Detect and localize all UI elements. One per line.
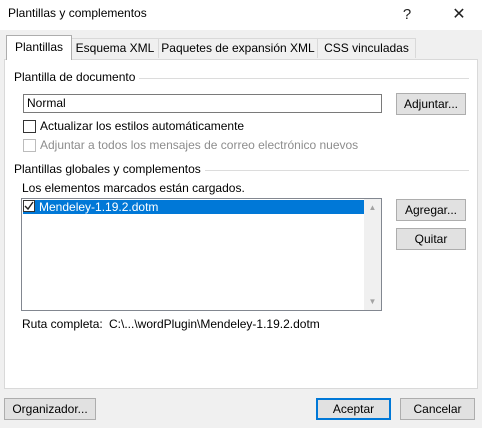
global-templates-list[interactable]: Mendeley-1.19.2.dotm ▲ ▼ <box>21 198 382 311</box>
auto-update-styles-checkbox[interactable] <box>23 120 36 133</box>
list-scrollbar[interactable]: ▲ ▼ <box>364 199 381 310</box>
close-button[interactable]: ✕ <box>436 0 482 30</box>
attach-all-emails-label: Adjuntar a todos los mensajes de correo … <box>40 138 359 152</box>
check-icon <box>24 201 34 211</box>
attach-all-emails-checkbox <box>23 139 36 152</box>
document-template-input[interactable]: Normal <box>23 94 382 113</box>
list-item-checkbox[interactable] <box>23 200 35 212</box>
attach-button[interactable]: Adjuntar... <box>396 93 466 115</box>
full-path-label: Ruta completa: <box>22 317 103 331</box>
tab-css-vinculadas[interactable]: CSS vinculadas <box>317 38 416 58</box>
ok-button[interactable]: Aceptar <box>316 398 391 420</box>
document-template-section-label: Plantilla de documento <box>14 70 140 84</box>
list-item[interactable]: Mendeley-1.19.2.dotm <box>23 200 364 214</box>
list-item-label: Mendeley-1.19.2.dotm <box>39 200 159 214</box>
title-bar: Plantillas y complementos ? ✕ <box>0 0 482 30</box>
add-button[interactable]: Agregar... <box>396 199 466 221</box>
window-title: Plantillas y complementos <box>8 6 147 20</box>
loaded-items-hint: Los elementos marcados están cargados. <box>22 181 245 195</box>
help-button[interactable]: ? <box>384 0 430 30</box>
tab-esquema-xml[interactable]: Esquema XML <box>71 38 159 58</box>
organizer-button[interactable]: Organizador... <box>4 398 96 420</box>
scroll-up-icon[interactable]: ▲ <box>364 199 381 216</box>
remove-button[interactable]: Quitar <box>396 228 466 250</box>
scroll-down-icon[interactable]: ▼ <box>364 293 381 310</box>
auto-update-styles-label: Actualizar los estilos automáticamente <box>40 119 245 133</box>
global-templates-section-label: Plantillas globales y complementos <box>14 162 205 176</box>
full-path-value: C:\...\wordPlugin\Mendeley-1.19.2.dotm <box>109 317 320 331</box>
tab-plantillas[interactable]: Plantillas <box>6 35 72 60</box>
tab-paquetes-expansion-xml[interactable]: Paquetes de expansión XML <box>158 38 318 58</box>
cancel-button[interactable]: Cancelar <box>400 398 475 420</box>
